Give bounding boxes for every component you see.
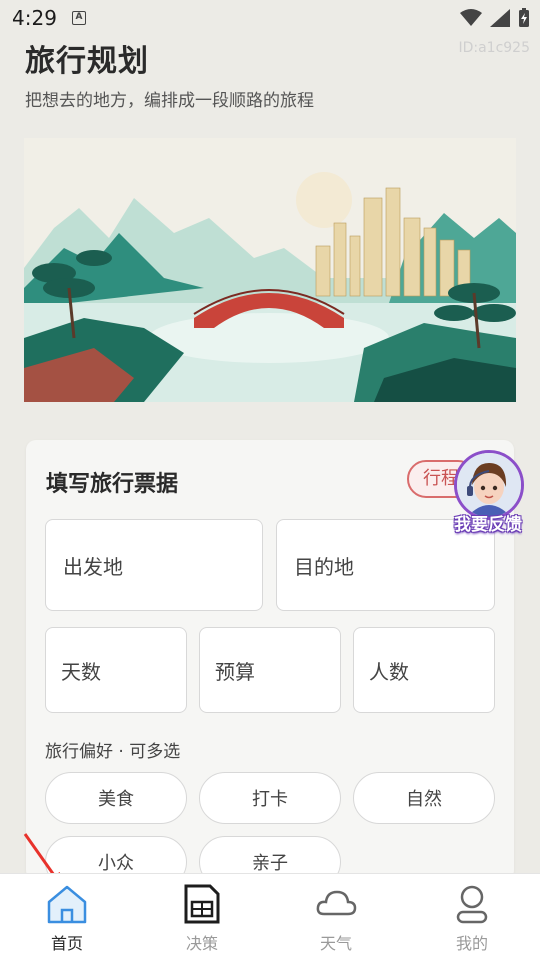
decision-icon [184,884,220,924]
profile-icon [456,885,488,924]
days-field[interactable]: 天数 [45,627,187,713]
home-icon [47,885,87,924]
status-bar: 4:29 A [0,0,540,36]
people-placeholder: 人数 [369,659,409,684]
days-placeholder: 天数 [61,659,101,684]
nav-mine[interactable]: 我的 [422,874,522,960]
page-id: ID:a1c925 [458,40,530,56]
ticket-form-card: 填写旅行票据 行程 出发地 目的地 天数 预算 人数 旅行偏好 · 可多选 美食… [26,440,514,888]
departure-placeholder: 出发地 [63,554,123,579]
nav-home-label: 首页 [50,934,83,953]
nav-weather-label: 天气 [319,934,352,953]
form-title: 填写旅行票据 [46,472,179,497]
nav-decision[interactable]: 决策 [152,874,252,960]
status-time: 4:29 [12,6,57,30]
preference-chip-nature[interactable]: 自然 [353,772,495,824]
nav-home[interactable]: 首页 [17,874,117,960]
page-title: 旅行规划 [25,44,149,79]
destination-placeholder: 目的地 [294,554,354,579]
bottom-navigation: 首页 决策 天气 我的 [0,873,540,960]
departure-field[interactable]: 出发地 [45,519,263,611]
nav-decision-label: 决策 [185,934,218,953]
status-icons [460,8,530,28]
feedback-button[interactable]: 我要反馈 [446,450,530,536]
page-subtitle: 把想去的地方，编排成一段顺路的旅程 [25,91,314,111]
preference-chip-food[interactable]: 美食 [45,772,187,824]
nav-mine-label: 我的 [455,934,488,953]
nav-weather[interactable]: 天气 [286,874,386,960]
preferences-label: 旅行偏好 · 可多选 [45,742,181,762]
signal-icon [490,9,510,27]
people-field[interactable]: 人数 [353,627,495,713]
preference-chip-checkin[interactable]: 打卡 [199,772,341,824]
notification-icon: A [72,11,86,25]
budget-placeholder: 预算 [215,659,255,684]
cloud-icon [316,890,357,916]
hero-illustration [24,138,516,402]
feedback-label: 我要反馈 [454,515,522,535]
wifi-icon [460,9,482,26]
budget-field[interactable]: 预算 [199,627,341,713]
battery-icon [519,8,529,27]
